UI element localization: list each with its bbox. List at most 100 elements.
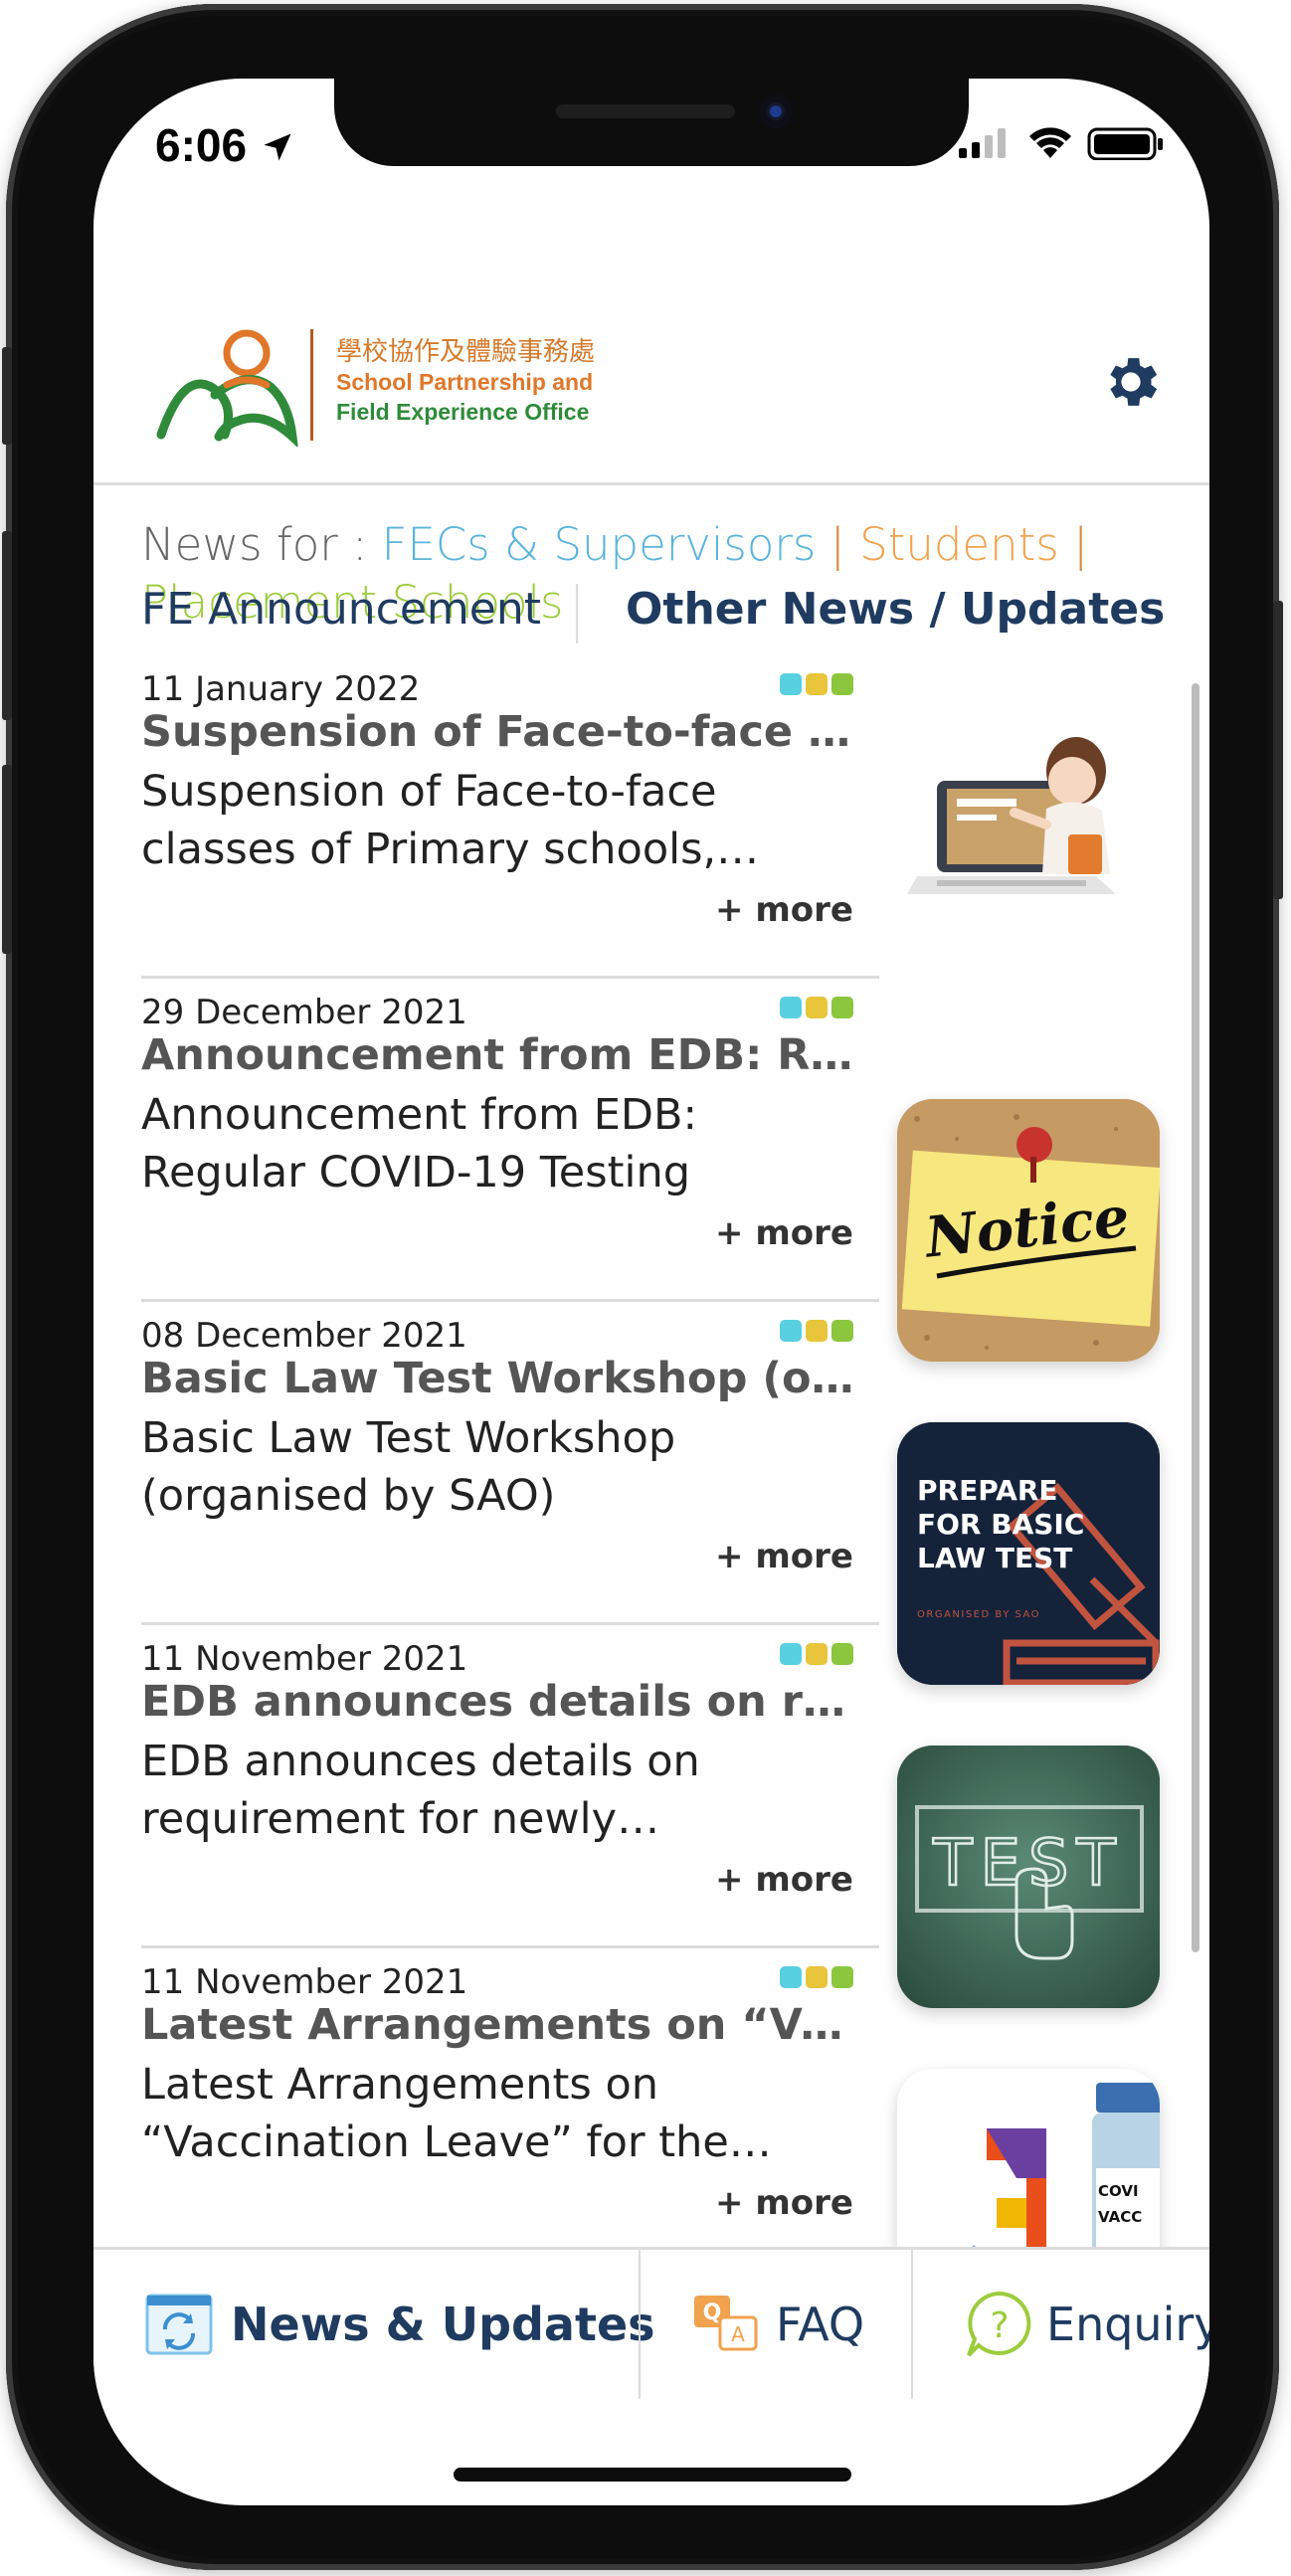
audience-dots <box>776 673 853 699</box>
audience-dot <box>806 1966 828 1988</box>
nav-enquiry[interactable]: ? Enquiry <box>965 2250 1209 2399</box>
news-item[interactable]: 11 November 2021 EDB announces details o… <box>141 1625 879 1948</box>
chalkboard-text: TEST <box>932 1827 1123 1901</box>
news-summary: Suspension of Face-to-face classes of Pr… <box>141 767 717 874</box>
filter-fecs-supervisors[interactable]: FECs & Supervisors <box>382 518 817 571</box>
news-title: Latest Arrangements on “Vacci... <box>141 2000 857 2050</box>
chalkboard-icon: TEST <box>897 1746 1160 2008</box>
filter-students[interactable]: Students <box>859 518 1059 571</box>
audience-dot <box>831 1643 853 1665</box>
phone-frame: 6:06 學校協作及體驗事務處 School Partnership and F… <box>2 4 1283 2570</box>
power-button <box>1273 601 1283 899</box>
logo-english-line2: Field Experience Office <box>336 399 590 425</box>
news-item[interactable]: 11 January 2022 Suspension of Face-to-fa… <box>141 655 879 979</box>
filter-separator: | <box>1073 518 1089 571</box>
news-list[interactable]: 11 January 2022 Suspension of Face-to-fa… <box>93 655 1209 2326</box>
nav-separator <box>639 2250 641 2399</box>
volume-up-button <box>2 531 12 720</box>
thumbnail-chalkboard-test[interactable]: TEST <box>897 1746 1160 2008</box>
audience-dots <box>776 1320 853 1346</box>
notch <box>334 79 969 166</box>
audience-dots <box>776 997 853 1022</box>
news-summary: Announcement from EDB: Regular COVID-19 … <box>141 1090 697 1197</box>
thumbnail-basic-law[interactable]: PREPARE FOR BASIC LAW TEST ORGANISED BY … <box>897 1422 1160 1685</box>
bottom-nav: News & Updates Q A FAQ ? Enquiry <box>93 2247 1209 2399</box>
battery-icon <box>1087 127 1163 160</box>
nav-separator <box>911 2250 913 2399</box>
nav-faq[interactable]: Q A FAQ <box>692 2250 864 2399</box>
logo-divider <box>310 329 313 441</box>
thumbnail-teacher-laptop[interactable] <box>897 685 1160 948</box>
news-date: 11 November 2021 <box>141 1962 468 2002</box>
news-refresh-icon <box>145 2294 213 2355</box>
audience-dots <box>776 1966 853 1992</box>
speaker <box>556 104 735 118</box>
audience-dot <box>780 1320 802 1342</box>
basic-law-headline: PREPARE FOR BASIC LAW TEST <box>917 1474 1085 1574</box>
more-link[interactable]: + more <box>715 1537 853 1576</box>
news-title: Basic Law Test Workshop (orga... <box>141 1354 857 1403</box>
gavel-icon: PREPARE FOR BASIC LAW TEST ORGANISED BY … <box>897 1422 1160 1685</box>
news-title: EDB announces details on requ... <box>141 1677 857 1727</box>
tab-other-news[interactable]: Other News / Updates <box>626 584 1165 635</box>
nav-faq-label: FAQ <box>776 2298 865 2351</box>
tab-divider <box>576 584 578 644</box>
wifi-icon <box>1029 127 1071 158</box>
home-indicator[interactable] <box>454 2468 851 2482</box>
phone-screen: 6:06 學校協作及體驗事務處 School Partnership and F… <box>93 79 1209 2505</box>
news-date: 29 December 2021 <box>141 993 467 1032</box>
audience-dot <box>831 673 853 695</box>
audience-dot <box>831 997 853 1018</box>
audience-dot <box>831 1320 853 1342</box>
more-link[interactable]: + more <box>715 890 853 930</box>
audience-dot <box>831 1966 853 1988</box>
camera <box>759 94 793 128</box>
gear-icon[interactable] <box>1098 349 1164 415</box>
question-icon: ? <box>967 2291 1031 2357</box>
news-item[interactable]: 08 December 2021 Basic Law Test Workshop… <box>141 1302 879 1625</box>
news-date: 08 December 2021 <box>141 1316 467 1356</box>
tab-fe-announcement[interactable]: FE Announcement <box>141 584 541 635</box>
audience-dot <box>806 1643 828 1665</box>
audience-dot <box>780 1966 802 1988</box>
news-date: 11 January 2022 <box>141 669 421 709</box>
teacher-laptop-icon <box>907 737 1116 894</box>
news-title: Announcement from EDB: Regu... <box>141 1030 857 1080</box>
scrollbar[interactable] <box>1192 683 1199 1952</box>
status-time: 6:06 <box>155 118 295 172</box>
nav-news-updates-label: News & Updates <box>231 2298 655 2351</box>
cellular-signal-icon <box>959 128 1006 158</box>
notice-board-icon: Notice <box>897 1099 1160 1362</box>
news-date: 11 November 2021 <box>141 1639 468 1679</box>
more-link[interactable]: + more <box>715 1213 853 1253</box>
news-summary: EDB announces details on requirement for… <box>141 1737 700 1844</box>
faq-icon: Q A <box>694 2296 758 2351</box>
filter-prefix: News for : <box>141 518 368 571</box>
spfeo-logo-icon <box>156 329 298 447</box>
news-item[interactable]: 11 November 2021 Latest Arrangements on … <box>141 1948 879 2272</box>
news-summary: Latest Arrangements on “Vaccination Leav… <box>141 2060 729 2167</box>
logo-english-line1: School Partnership and <box>336 369 594 395</box>
location-arrow-icon <box>264 133 291 161</box>
audience-dot <box>780 673 802 695</box>
status-icons <box>959 127 1163 160</box>
audience-dot <box>806 997 828 1018</box>
news-item[interactable]: 29 December 2021 Announcement from EDB: … <box>141 979 879 1302</box>
audience-dots <box>776 1643 853 1669</box>
more-link[interactable]: + more <box>715 2183 853 2223</box>
news-title: Suspension of Face-to-face cla... <box>141 707 857 757</box>
mute-switch <box>2 347 12 445</box>
logo-text: 學校協作及體驗事務處 School Partnership and Field … <box>336 337 595 427</box>
logo-chinese: 學校協作及體驗事務處 <box>336 337 596 367</box>
nav-news-updates[interactable]: News & Updates <box>145 2250 655 2399</box>
thumbnail-notice[interactable]: Notice <box>897 1099 1160 1362</box>
volume-down-button <box>2 765 12 954</box>
news-summary: Basic Law Test Workshop (organised by SA… <box>141 1413 676 1521</box>
svg-text:?: ? <box>990 2305 1009 2346</box>
basic-law-subtext: ORGANISED BY SAO <box>917 1609 1040 1620</box>
svg-text:A: A <box>731 2322 745 2346</box>
audience-dot <box>780 997 802 1018</box>
app-header: 學校協作及體驗事務處 School Partnership and Field … <box>93 238 1209 485</box>
more-link[interactable]: + more <box>715 1860 853 1900</box>
nav-enquiry-label: Enquiry <box>1046 2298 1209 2351</box>
